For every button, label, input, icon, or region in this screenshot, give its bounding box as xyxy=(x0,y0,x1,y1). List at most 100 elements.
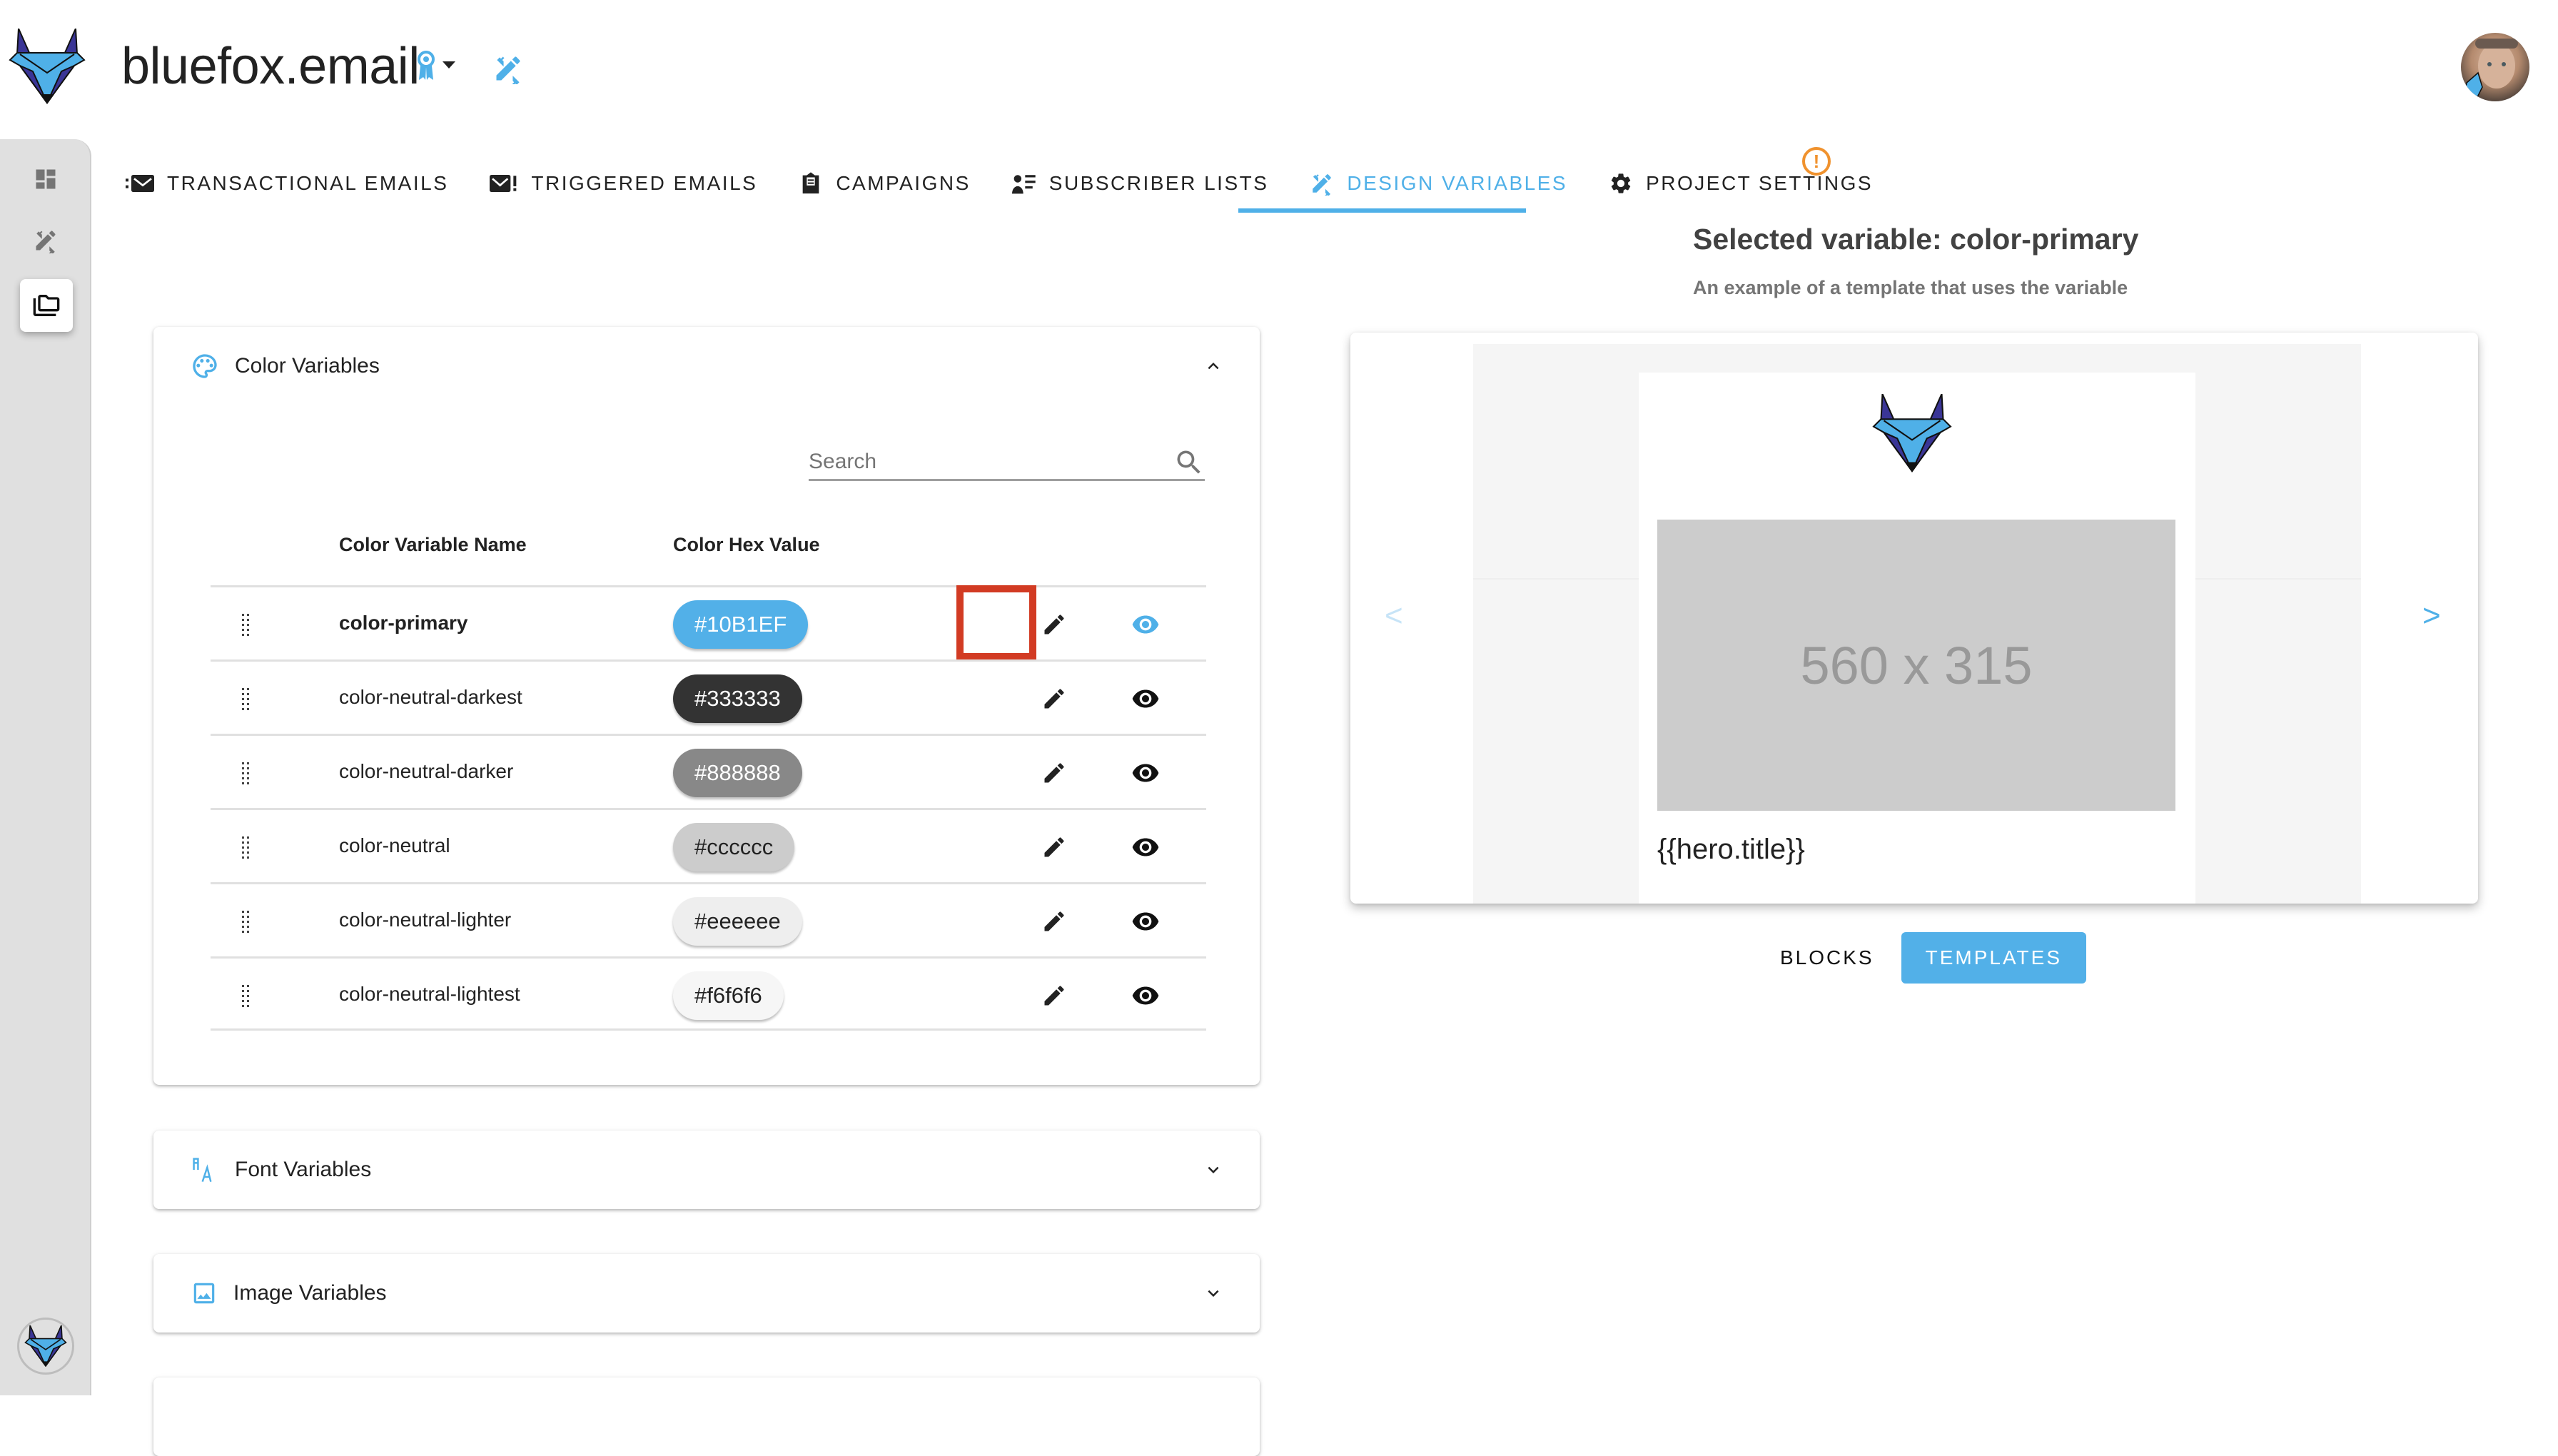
drag-handle-icon[interactable] xyxy=(241,687,251,712)
drag-handle-icon[interactable] xyxy=(241,836,251,860)
tab-label: TRIGGERED EMAILS xyxy=(531,172,758,194)
hero-title-text: {{hero.title}} xyxy=(1657,834,1805,865)
color-hex-chip[interactable]: #10B1EF xyxy=(673,600,809,649)
eye-icon xyxy=(1132,986,1159,1005)
preview-variable-button[interactable] xyxy=(1128,979,1163,1013)
search-input[interactable] xyxy=(809,445,1151,478)
design-services-icon[interactable] xyxy=(492,53,524,84)
color-hex-chip[interactable]: #f6f6f6 xyxy=(673,971,784,1020)
selected-variable-subtitle: An example of a template that uses the v… xyxy=(1693,277,2128,298)
image-icon xyxy=(193,1283,215,1304)
active-tab-indicator xyxy=(1238,208,1526,213)
chevron-up-icon[interactable] xyxy=(1203,355,1224,377)
drag-handle-icon[interactable] xyxy=(241,910,251,934)
color-hex-chip[interactable]: #eeeeee xyxy=(673,897,802,946)
preview-variable-button[interactable] xyxy=(1128,756,1163,790)
drag-handle-icon[interactable] xyxy=(241,613,251,637)
tab-project-settings[interactable]: PROJECT SETTINGS xyxy=(1604,155,1877,212)
tab-design-variables[interactable]: DESIGN VARIABLES xyxy=(1305,155,1572,212)
edit-variable-button[interactable] xyxy=(1037,756,1071,790)
eye-icon xyxy=(1132,838,1159,856)
font-icon xyxy=(193,1158,212,1183)
variable-name: color-primary xyxy=(339,612,468,634)
table-row: color-neutral-darker #888888 xyxy=(211,734,1206,808)
pencil-icon xyxy=(1044,837,1064,857)
variable-name: color-neutral-darkest xyxy=(339,686,522,708)
templates-toggle-button[interactable]: TEMPLATES xyxy=(1901,932,2087,984)
sidebar-item-design[interactable] xyxy=(20,215,71,266)
tab-campaigns[interactable]: CAMPAIGNS xyxy=(794,155,974,212)
transactional-email-icon xyxy=(126,175,154,192)
carousel-prev-button[interactable]: < xyxy=(1385,598,1403,634)
table-row: color-neutral-darkest #333333 xyxy=(211,659,1206,734)
app-title: bluefox.email xyxy=(121,38,420,95)
preview-variable-button[interactable] xyxy=(1128,607,1163,642)
sidebar-bluefox-logo[interactable] xyxy=(17,1318,74,1375)
sidebar-item-dashboard[interactable] xyxy=(20,153,71,205)
warning-icon[interactable]: ! xyxy=(1802,147,1831,176)
dashboard-icon xyxy=(36,169,56,189)
edit-variable-button[interactable] xyxy=(1037,682,1071,716)
gear-icon xyxy=(1611,173,1631,193)
highlight-annotation xyxy=(956,585,1036,660)
font-variables-header[interactable]: Font Variables xyxy=(153,1131,1260,1209)
preview-variable-button[interactable] xyxy=(1128,904,1163,939)
table-row: color-neutral #cccccc xyxy=(211,808,1206,882)
color-hex-chip[interactable]: #888888 xyxy=(673,749,802,797)
table-header: Color Variable Name Color Hex Value xyxy=(211,534,1206,584)
section-title: Font Variables xyxy=(235,1158,372,1181)
sidebar xyxy=(0,139,91,1395)
tab-triggered-emails[interactable]: TRIGGERED EMAILS xyxy=(485,155,762,212)
color-hex-chip[interactable]: #333333 xyxy=(673,674,802,723)
search-icon[interactable] xyxy=(1173,447,1205,478)
column-header-name[interactable]: Color Variable Name xyxy=(339,534,527,556)
color-variables-header[interactable]: Color Variables xyxy=(153,327,1260,405)
eye-icon xyxy=(1132,689,1159,708)
subscriber-list-icon xyxy=(1011,175,1036,194)
tab-label: PROJECT SETTINGS xyxy=(1646,172,1874,194)
variable-name: color-neutral-lighter xyxy=(339,909,512,931)
tab-label: SUBSCRIBER LISTS xyxy=(1048,172,1269,194)
drag-handle-icon[interactable] xyxy=(241,762,251,786)
table-row: color-neutral-lightest #f6f6f6 xyxy=(211,956,1206,1031)
pencil-icon xyxy=(1044,911,1064,931)
pencil-icon xyxy=(1044,689,1064,709)
chevron-down-icon[interactable] xyxy=(1203,1283,1224,1304)
project-dropdown-caret[interactable] xyxy=(443,61,455,69)
image-variables-header[interactable]: Image Variables xyxy=(153,1254,1260,1333)
column-header-hex[interactable]: Color Hex Value xyxy=(673,534,820,556)
eye-icon xyxy=(1132,912,1159,931)
email-preview: 560 x 315 {{hero.title}} xyxy=(1639,373,2195,904)
sidebar-item-projects[interactable] xyxy=(20,279,73,332)
color-hex-chip[interactable]: #cccccc xyxy=(673,823,795,871)
template-preview-card: 560 x 315 {{hero.title}} < > xyxy=(1350,333,2478,904)
eye-icon xyxy=(1132,615,1159,634)
edit-variable-button[interactable] xyxy=(1037,979,1071,1013)
main-tabs: TRANSACTIONAL EMAILS TRIGGERED EMAILS CA… xyxy=(121,151,1910,216)
folder-copy-icon xyxy=(33,295,60,316)
drag-handle-icon[interactable] xyxy=(241,984,251,1008)
chevron-down-icon[interactable] xyxy=(1203,1159,1224,1181)
bluefox-logo[interactable] xyxy=(4,29,90,104)
tab-transactional-emails[interactable]: TRANSACTIONAL EMAILS xyxy=(121,155,453,212)
tab-subscriber-lists[interactable]: SUBSCRIBER LISTS xyxy=(1008,155,1273,212)
edit-variable-button[interactable] xyxy=(1037,607,1071,642)
bluefox-logo-icon xyxy=(1872,394,1952,472)
preview-variable-button[interactable] xyxy=(1128,830,1163,864)
design-services-icon xyxy=(36,231,56,253)
tab-label: TRANSACTIONAL EMAILS xyxy=(167,172,449,194)
edit-variable-button[interactable] xyxy=(1037,830,1071,864)
blocks-toggle-button[interactable]: BLOCKS xyxy=(1756,932,1901,984)
preview-variable-button[interactable] xyxy=(1128,682,1163,716)
variable-name: color-neutral-darker xyxy=(339,760,514,782)
color-variables-panel: Color Variables Color Variable Name Colo… xyxy=(153,327,1260,1085)
user-avatar[interactable] xyxy=(2461,33,2529,101)
palette-icon xyxy=(193,354,217,378)
font-variables-panel: Font Variables xyxy=(153,1131,1260,1209)
table-row: color-primary #10B1EF xyxy=(211,585,1206,660)
tab-label: CAMPAIGNS xyxy=(836,172,971,194)
image-variables-panel: Image Variables xyxy=(153,1254,1260,1333)
pencil-icon xyxy=(1044,763,1064,783)
carousel-next-button[interactable]: > xyxy=(2422,598,2441,634)
edit-variable-button[interactable] xyxy=(1037,904,1071,939)
